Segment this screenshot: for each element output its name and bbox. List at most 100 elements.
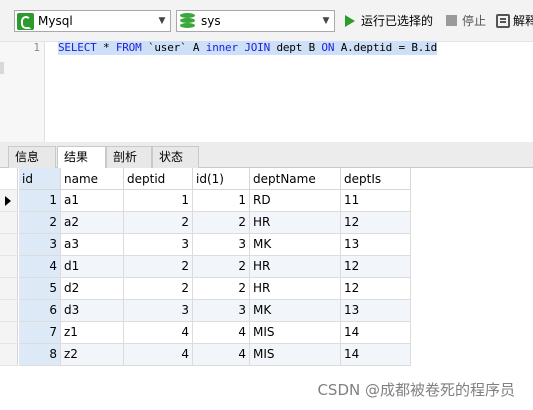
table-cell[interactable]: MIS <box>250 322 341 344</box>
column-header-deptis[interactable]: deptIs <box>341 168 411 190</box>
table-cell[interactable]: MK <box>250 234 341 256</box>
sql-text: A.deptid = B.id <box>334 41 438 54</box>
connection-select[interactable]: Mysql ▼ <box>14 10 171 32</box>
run-selected-label: 运行已选择的 <box>361 14 434 28</box>
table-cell[interactable]: 13 <box>341 300 411 322</box>
column-header-name[interactable]: name <box>61 168 124 190</box>
row-selector[interactable] <box>0 278 18 300</box>
table-cell[interactable]: 5 <box>19 278 61 300</box>
database-label: sys <box>201 14 221 28</box>
toolbar: Mysql ▼ sys ▼ 运行已选择的 停止 解释 <box>0 0 533 42</box>
table-cell[interactable]: a2 <box>61 212 124 234</box>
table-cell[interactable]: a1 <box>61 190 124 212</box>
sql-keyword: ON <box>321 41 335 54</box>
table-cell[interactable]: 1 <box>124 190 193 212</box>
table-cell[interactable]: 8 <box>19 344 61 366</box>
table-cell[interactable]: d2 <box>61 278 124 300</box>
table-cell[interactable]: 14 <box>341 322 411 344</box>
table-cell[interactable]: 7 <box>19 322 61 344</box>
table-cell[interactable]: 3 <box>124 234 193 256</box>
explain-icon <box>496 13 510 28</box>
run-selected-button[interactable]: 运行已选择的 <box>345 12 433 29</box>
table-cell[interactable]: HR <box>250 212 341 234</box>
tab-result-1[interactable]: 结果 1 <box>57 146 106 184</box>
table-cell[interactable]: 4 <box>193 322 250 344</box>
table-cell[interactable]: 6 <box>19 300 61 322</box>
tab-info[interactable]: 信息 <box>8 146 56 168</box>
table-cell[interactable]: HR <box>250 278 341 300</box>
table-cell[interactable]: z2 <box>61 344 124 366</box>
table-cell[interactable]: RD <box>250 190 341 212</box>
column-header-deptid[interactable]: deptid <box>124 168 193 190</box>
table-cell[interactable]: 3 <box>193 234 250 256</box>
table-cell[interactable]: HR <box>250 256 341 278</box>
connection-label: Mysql <box>38 14 73 28</box>
current-row-pointer-icon <box>5 196 11 206</box>
chevron-down-icon: ▼ <box>158 16 166 26</box>
database-select[interactable]: sys ▼ <box>176 10 335 32</box>
table-cell[interactable]: 4 <box>193 344 250 366</box>
column-header-id1[interactable]: id(1) <box>193 168 250 190</box>
row-selector[interactable] <box>0 300 18 322</box>
sql-keyword: JOIN <box>244 41 271 54</box>
table-cell[interactable]: a3 <box>61 234 124 256</box>
sql-code-line[interactable]: SELECT * FROM `user` A inner JOIN dept B… <box>58 41 437 55</box>
result-tabs: 信息结果 1剖析状态 <box>0 146 533 184</box>
row-selector[interactable] <box>0 344 18 366</box>
sql-text: `user` A <box>141 41 206 54</box>
grid-corner <box>0 168 18 190</box>
table-cell[interactable]: 2 <box>193 278 250 300</box>
table-cell[interactable]: z1 <box>61 322 124 344</box>
table-cell[interactable]: 12 <box>341 212 411 234</box>
table-cell[interactable]: 1 <box>19 190 61 212</box>
connection-icon <box>17 12 34 30</box>
column-header-id[interactable]: id <box>19 168 61 190</box>
table-cell[interactable]: 3 <box>19 234 61 256</box>
table-cell[interactable]: 14 <box>341 344 411 366</box>
table-cell[interactable]: 2 <box>193 256 250 278</box>
table-cell[interactable]: 4 <box>19 256 61 278</box>
gutter-marker <box>0 62 4 74</box>
stop-button[interactable]: 停止 <box>446 12 486 29</box>
column-header-deptname[interactable]: deptName <box>250 168 341 190</box>
tab-profile[interactable]: 剖析 <box>106 146 152 168</box>
table-cell[interactable]: d1 <box>61 256 124 278</box>
sql-keyword: FROM <box>115 41 142 54</box>
tab-status[interactable]: 状态 <box>152 146 199 168</box>
table-cell[interactable]: MIS <box>250 344 341 366</box>
row-selector[interactable] <box>0 190 18 212</box>
row-selector[interactable] <box>0 234 18 256</box>
table-cell[interactable]: 2 <box>124 256 193 278</box>
explain-label: 解释 <box>513 14 533 28</box>
table-cell[interactable]: d3 <box>61 300 124 322</box>
row-selector[interactable] <box>0 256 18 278</box>
table-cell[interactable]: 2 <box>19 212 61 234</box>
table-cell[interactable]: 2 <box>193 212 250 234</box>
table-cell[interactable]: 13 <box>341 234 411 256</box>
sql-editor[interactable]: 1 SELECT * FROM `user` A inner JOIN dept… <box>0 41 533 142</box>
watermark: CSDN @成都被卷死的程序员 <box>317 381 515 399</box>
stop-icon <box>446 15 457 26</box>
play-icon <box>345 14 355 27</box>
table-cell[interactable]: 12 <box>341 278 411 300</box>
stop-label: 停止 <box>462 14 487 28</box>
row-selector[interactable] <box>0 322 18 344</box>
sql-keyword: SELECT <box>58 41 97 54</box>
row-selector[interactable] <box>0 212 18 234</box>
table-cell[interactable]: 3 <box>193 300 250 322</box>
table-cell[interactable]: 12 <box>341 256 411 278</box>
table-cell[interactable]: 4 <box>124 322 193 344</box>
table-cell[interactable]: 2 <box>124 278 193 300</box>
table-cell[interactable]: 11 <box>341 190 411 212</box>
table-cell[interactable]: MK <box>250 300 341 322</box>
table-cell[interactable]: 3 <box>124 300 193 322</box>
table-cell[interactable]: 4 <box>124 344 193 366</box>
sql-keyword: inner <box>205 41 238 54</box>
sql-text: * <box>96 41 116 54</box>
explain-button[interactable]: 解释 <box>496 12 533 29</box>
result-grid[interactable]: id name deptid id(1) deptName deptIs 1 a1 1 1 RD 11… <box>0 168 533 410</box>
table-cell[interactable]: 1 <box>193 190 250 212</box>
chevron-down-icon: ▼ <box>322 16 330 26</box>
database-icon <box>180 13 195 29</box>
table-cell[interactable]: 2 <box>124 212 193 234</box>
